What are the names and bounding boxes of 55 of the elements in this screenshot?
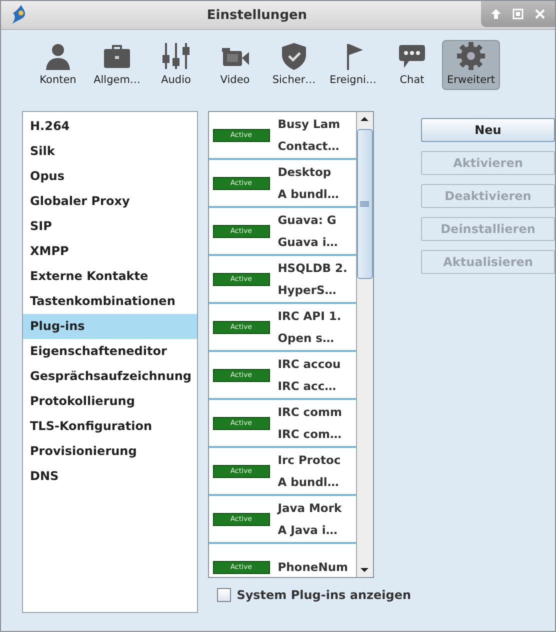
plugin-description: IRC acc… xyxy=(278,379,338,393)
toolbar-tab[interactable]: Konten xyxy=(29,40,87,90)
checkbox[interactable] xyxy=(216,588,231,602)
grip-icon xyxy=(360,201,370,207)
settings-list-item[interactable]: DNS xyxy=(23,464,197,489)
action-button[interactable]: Neu xyxy=(421,118,555,142)
settings-list-item[interactable]: Gesprächsaufzeichnung xyxy=(23,364,197,389)
settings-list-item[interactable]: TLS-Konfiguration xyxy=(23,414,197,439)
settings-list-item[interactable]: H.264 xyxy=(23,114,197,139)
plugin-name: HSQLDB 2. xyxy=(278,261,348,275)
settings-list-item[interactable]: Globaler Proxy xyxy=(23,189,197,214)
sliders-icon xyxy=(161,41,191,71)
arrow-up-icon[interactable] xyxy=(490,8,502,20)
toolbar-tab[interactable]: Ereigni… xyxy=(324,40,382,90)
window-title: Einstellungen xyxy=(206,8,308,22)
plugin-description: A Java i… xyxy=(278,523,338,537)
plugin-name: IRC comm xyxy=(278,405,343,419)
plugin-name: IRC accou xyxy=(278,357,342,371)
plugin-name: PhoneNum xyxy=(278,560,349,574)
gear-icon xyxy=(456,41,486,71)
scroll-thumb[interactable] xyxy=(356,129,373,279)
settings-list-item[interactable]: Eigenschafteneditor xyxy=(23,339,197,364)
plugin-description: HyperS… xyxy=(278,283,338,297)
plugin-description: Contact… xyxy=(278,139,340,153)
settings-list-item[interactable]: Provisionierung xyxy=(23,439,197,464)
settings-list-item[interactable]: Plug-ins xyxy=(23,314,197,339)
plugin-name: Irc Protoc xyxy=(278,453,342,467)
plugin-description: A bundl… xyxy=(278,475,340,489)
toolbar-tab[interactable]: Sicher… xyxy=(265,40,323,90)
maximize-icon[interactable] xyxy=(512,8,524,20)
plugin-name: IRC API 1. xyxy=(278,309,342,323)
shield-icon xyxy=(279,41,309,71)
plugin-name: Desktop xyxy=(278,165,332,179)
toolbar-tab[interactable]: Audio xyxy=(147,40,205,90)
plugin-description: Guava i… xyxy=(278,235,339,249)
settings-list-item[interactable]: Externe Kontakte xyxy=(23,264,197,289)
plugin-description: A bundl… xyxy=(278,187,340,201)
plugin-name: Guava: G xyxy=(278,213,338,227)
plugin-description: Open s… xyxy=(278,331,336,345)
close-icon[interactable] xyxy=(534,8,546,20)
settings-list-item[interactable]: Silk xyxy=(23,139,197,164)
toolbar-tab[interactable]: Video xyxy=(206,40,264,90)
toolbar-tab[interactable]: Chat xyxy=(383,40,441,90)
settings-list-item[interactable]: Protokollierung xyxy=(23,389,197,414)
settings-list-item[interactable]: SIP xyxy=(23,214,197,239)
settings-list-item[interactable]: Opus xyxy=(23,164,197,189)
toolbar-tab[interactable]: Erweitert xyxy=(442,40,500,90)
settings-list-item[interactable]: XMPP xyxy=(23,239,197,264)
scrollbar[interactable] xyxy=(356,112,373,577)
plugin-name: Java Mork xyxy=(278,501,343,515)
settings-list-item[interactable]: Tastenkombinationen xyxy=(23,289,197,314)
plugin-description: IRC com… xyxy=(278,427,342,441)
person-icon xyxy=(43,41,73,71)
plugin-name: Busy Lam xyxy=(278,117,342,131)
toolbar-tab[interactable]: Allgem… xyxy=(88,40,146,90)
